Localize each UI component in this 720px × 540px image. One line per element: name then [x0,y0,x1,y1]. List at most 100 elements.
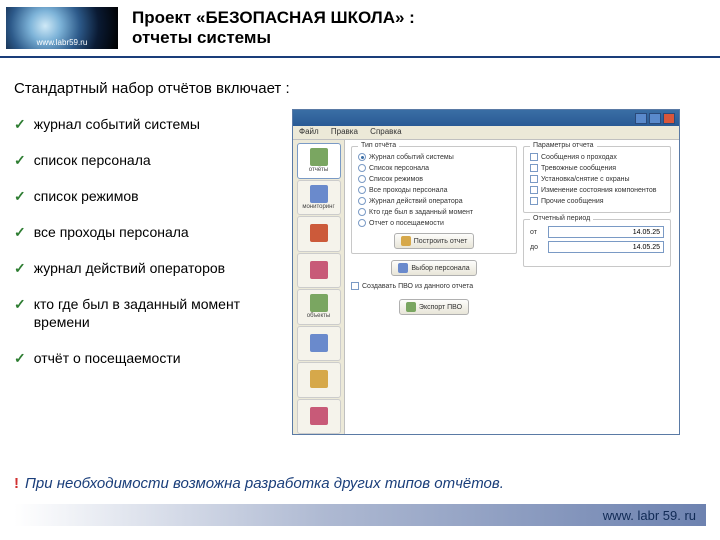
minimize-button[interactable] [635,113,647,124]
checkbox-icon [530,164,538,172]
radio-option[interactable]: Отчет о посещаемости [358,219,510,227]
period-from-row: от 14.05.25 [530,226,664,238]
window-titlebar [293,110,679,126]
checkbox-icon [530,186,538,194]
param-checkbox[interactable]: Установка/снятие с охраны [530,175,664,183]
app-screenshot: Файл Правка Справка отчёты мониторинг об… [292,109,680,435]
check-label: все проходы персонала [34,223,189,241]
cb-label: Изменение состояния компонентов [541,187,657,194]
cb-label: Установка/снятие с охраны [541,176,630,183]
check-item: ✓список режимов [14,187,292,205]
period-to-row: до 14.05.25 [530,241,664,253]
app-body: отчёты мониторинг объекты Тип отчёта Жур… [293,140,679,434]
monitor-icon [310,185,328,203]
window-controls [635,113,675,124]
check-item: ✓журнал событий системы [14,115,292,133]
check-label: список персонала [34,151,151,169]
pencil-icon [401,236,411,246]
radio-icon [358,197,366,205]
footer-note-text: При необходимости возможна разработка др… [25,475,504,492]
report-type-panel: Тип отчёта Журнал событий системы Список… [351,146,517,254]
checkbox-icon [530,175,538,183]
from-label: от [530,229,544,236]
app-sidebar: отчёты мониторинг объекты [293,140,345,434]
radio-icon [358,164,366,172]
from-date-input[interactable]: 14.05.25 [548,226,664,238]
footer-note: ! При необходимости возможна разработка д… [14,475,504,492]
build-report-button[interactable]: Построить отчет [394,233,475,249]
tool-icon [310,370,328,388]
footer-bar: www. labr 59. ru [14,504,706,526]
sidebar-btn[interactable] [297,216,341,252]
check-label: журнал действий операторов [34,259,225,277]
radio-option[interactable]: Все проходы персонала [358,186,510,194]
person-icon [398,263,408,273]
title-block: Проект «БЕЗОПАСНАЯ ШКОЛА» : отчеты систе… [128,8,710,48]
export-icon [406,302,416,312]
check-item: ✓ все проходы персонала [14,223,292,241]
param-checkbox[interactable]: Изменение состояния компонентов [530,186,664,194]
panel-title: Параметры отчета [530,142,597,149]
maximize-button[interactable] [649,113,661,124]
sidebar-btn-objects[interactable]: объекты [297,289,341,325]
param-checkbox[interactable]: Тревожные сообщения [530,164,664,172]
menu-item[interactable]: Файл [299,127,319,136]
sidebar-btn[interactable] [297,362,341,398]
param-checkbox[interactable]: Сообщения о проходах [530,153,664,161]
radio-icon [358,208,366,216]
title-line-2: отчеты системы [132,28,710,48]
tool-icon [310,334,328,352]
to-value: 14.05.25 [633,244,660,251]
check-item: ✓журнал действий операторов [14,259,292,277]
param-checkbox[interactable]: Прочие сообщения [530,197,664,205]
sidebar-btn[interactable] [297,399,341,435]
radio-label: Отчет о посещаемости [369,220,444,227]
sidebar-btn-reports[interactable]: отчёты [297,143,341,179]
intro-text: Стандартный набор отчётов включает : [14,80,720,97]
radio-icon [358,175,366,183]
radio-label: Журнал действий оператора [369,198,463,205]
tool-icon [310,407,328,425]
footer-url: www. labr 59. ru [603,508,696,523]
to-date-input[interactable]: 14.05.25 [548,241,664,253]
radio-option[interactable]: Кто где был в заданный момент [358,208,510,216]
radio-option[interactable]: Журнал событий системы [358,153,510,161]
check-icon: ✓ [14,223,26,241]
check-label: отчёт о посещаемости [34,349,181,367]
checkbox-icon [530,153,538,161]
radio-label: Кто где был в заданный момент [369,209,473,216]
close-button[interactable] [663,113,675,124]
sidebar-btn[interactable] [297,253,341,289]
select-personnel-button[interactable]: Выбор персонала [391,260,476,276]
check-icon: ✓ [14,295,26,313]
check-icon: ✓ [14,349,26,367]
radio-option[interactable]: Список режимов [358,175,510,183]
check-icon: ✓ [14,187,26,205]
sidebar-label: объекты [307,313,330,319]
radio-label: Все проходы персонала [369,187,448,194]
page-header: www.labr59.ru Проект «БЕЗОПАСНАЯ ШКОЛА» … [0,0,720,58]
check-item: ✓ отчёт о посещаемости [14,349,292,367]
radio-option[interactable]: Список персонала [358,164,510,172]
radio-option[interactable]: Журнал действий оператора [358,197,510,205]
cb-label: Сообщения о проходах [541,154,617,161]
btn-label: Построить отчет [414,238,468,245]
sidebar-btn-monitoring[interactable]: мониторинг [297,180,341,216]
logo-url-text: www.labr59.ru [37,38,88,49]
menu-item[interactable]: Правка [331,127,358,136]
radio-label: Журнал событий системы [369,154,454,161]
check-item: ✓ список персонала [14,151,292,169]
checkbox-icon [351,282,359,290]
sidebar-btn[interactable] [297,326,341,362]
check-label: журнал событий системы [34,115,200,133]
btn-label: Выбор персонала [411,265,469,272]
check-icon: ✓ [14,151,26,169]
export-button[interactable]: Экспорт ПВО [399,299,469,315]
cb-label: Тревожные сообщения [541,165,616,172]
menu-item[interactable]: Справка [370,127,401,136]
exclamation-icon: ! [14,475,19,492]
radio-label: Список режимов [369,176,423,183]
export-checkbox[interactable]: Создавать ПВО из данного отчета [351,282,517,290]
report-icon [310,148,328,166]
check-item: ✓кто где был в заданный момент времени [14,295,292,331]
